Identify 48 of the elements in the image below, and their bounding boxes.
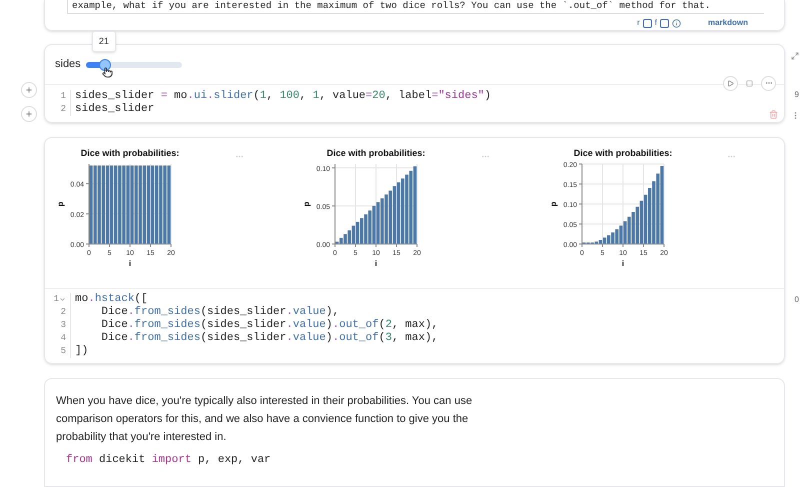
code-line: sides_slider bbox=[75, 102, 154, 116]
add-cell-button[interactable] bbox=[21, 82, 37, 98]
chart-title: Dice with probabilities: bbox=[80, 148, 180, 158]
cell-type-label[interactable]: markdown bbox=[708, 17, 748, 29]
line-number: 1 bbox=[60, 90, 66, 103]
x-axis-label: i bbox=[128, 258, 132, 268]
edge-label: 0 bbox=[794, 294, 799, 306]
code-line: Dice.from_sides(sides_slider.value).out_of(3, max), bbox=[100, 332, 438, 345]
line-number: 3 bbox=[60, 318, 66, 332]
value-tooltip: 21 bbox=[92, 30, 116, 52]
toggle-label: r bbox=[637, 17, 640, 29]
x-axis-label: i bbox=[375, 258, 378, 268]
line-number: 1 bbox=[54, 292, 59, 306]
slider-thumb[interactable] bbox=[98, 58, 111, 71]
checkbox[interactable] bbox=[660, 18, 669, 28]
checkbox[interactable] bbox=[642, 18, 652, 28]
hand-cursor-icon bbox=[102, 66, 113, 78]
expand-icon[interactable] bbox=[791, 52, 799, 60]
toggle-label: f bbox=[654, 17, 657, 29]
delete-icon[interactable] bbox=[769, 110, 778, 119]
x-axis-label: i bbox=[622, 258, 624, 268]
y-axis-label: p bbox=[548, 201, 558, 206]
y-axis-label: p bbox=[56, 201, 65, 206]
slider-label: sides bbox=[55, 57, 81, 72]
line-number: 4 bbox=[60, 332, 66, 345]
line-number: 5 bbox=[60, 344, 66, 358]
run-button[interactable] bbox=[723, 76, 738, 91]
chart-title: Dice with probabilities: bbox=[327, 148, 426, 158]
code-line: sides_slider = mo.ui.slider(1, 100, 1, value=20, label="sides") bbox=[75, 90, 492, 103]
fold-icon[interactable] bbox=[59, 296, 66, 303]
code-line: ]) bbox=[75, 344, 88, 358]
plus-icon bbox=[25, 86, 33, 94]
markdown-source-line: example, what if you are interested in the maximum of two dice rolls? You can use the `.out_of` method for that. bbox=[72, 0, 712, 12]
line-number: 2 bbox=[60, 306, 66, 319]
code-line: Dice.from_sides(sides_slider.value).out_of(2, max), bbox=[100, 318, 438, 332]
code-line: from dicekit import p, exp, var bbox=[66, 454, 271, 468]
code-line: mo.hstack([ bbox=[75, 292, 148, 306]
paragraph: When you have dice, you're typically also interested in their probabilities. You can use comparison operators for this, and we also have a convience function to give you the probability that you're interested in. bbox=[56, 394, 474, 446]
chart-title: Dice with probabilities: bbox=[573, 148, 672, 158]
edge-label: 9 bbox=[794, 89, 799, 101]
add-cell-button[interactable] bbox=[21, 106, 37, 122]
y-axis-label: p bbox=[302, 201, 312, 206]
stop-icon bbox=[746, 80, 753, 87]
play-icon bbox=[727, 80, 734, 87]
code-line: Dice.from_sides(sides_slider.value), bbox=[100, 306, 340, 319]
plus-icon bbox=[25, 110, 33, 118]
info-icon[interactable] bbox=[672, 18, 681, 28]
line-number: 2 bbox=[60, 102, 66, 116]
